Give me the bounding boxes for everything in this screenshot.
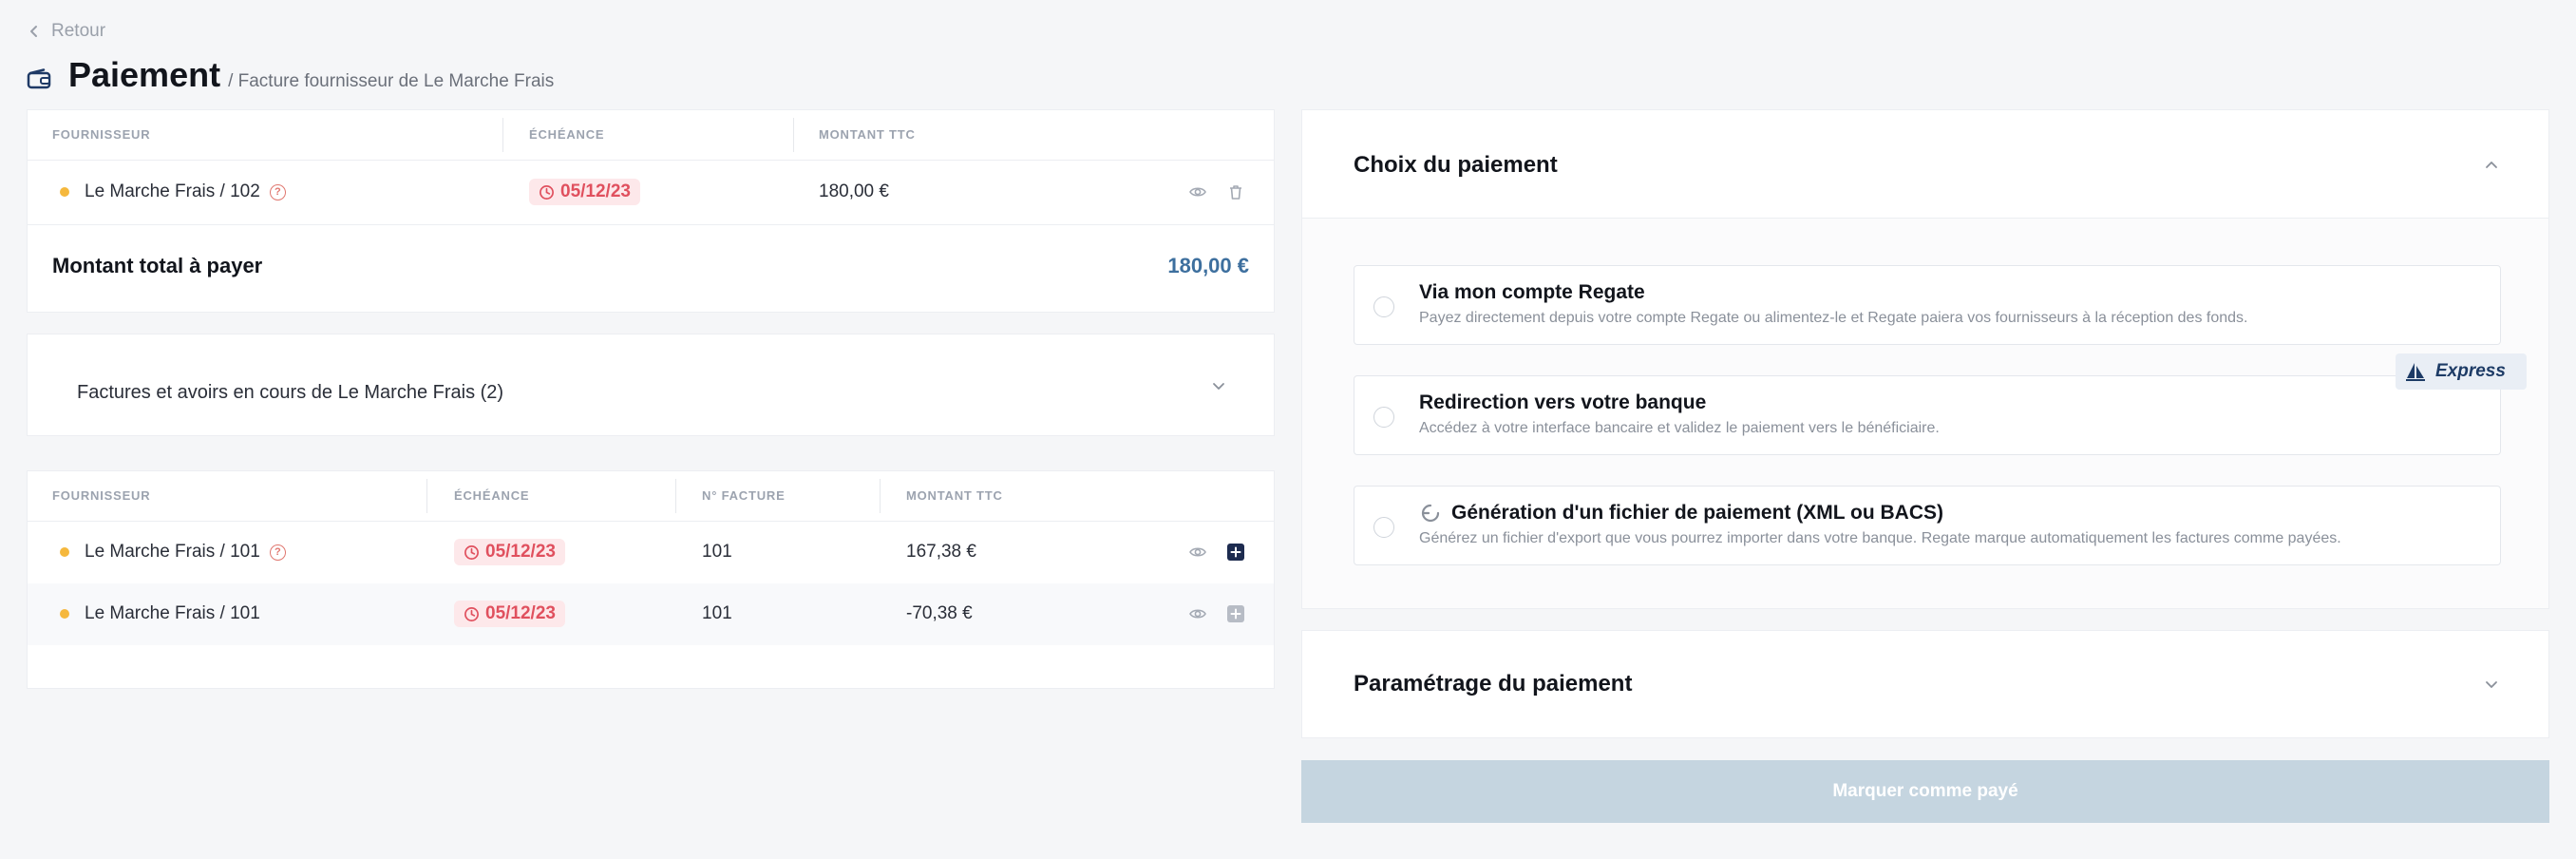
page-title: Paiement bbox=[68, 55, 221, 94]
due-date-cell: 05/12/23 bbox=[454, 539, 565, 565]
pending-invoices-accordion[interactable]: Factures et avoirs en cours de Le Marche… bbox=[27, 334, 1275, 436]
delete-button[interactable] bbox=[1226, 182, 1245, 201]
supplier-cell: Le Marche Frais / 101 bbox=[60, 601, 260, 627]
help-icon[interactable]: ? bbox=[269, 183, 286, 200]
column-divider bbox=[426, 479, 427, 513]
chevron-left-icon bbox=[30, 26, 37, 37]
due-date-value: 05/12/23 bbox=[485, 542, 556, 562]
status-dot bbox=[60, 547, 69, 557]
express-badge: Express bbox=[2396, 353, 2527, 390]
divider bbox=[28, 224, 1274, 225]
view-button[interactable] bbox=[1188, 543, 1207, 562]
selected-invoice-card: FOURNISSEUR ÉCHÉANCE MONTANT TTC Le Marc… bbox=[27, 109, 1275, 313]
supplier-name: Le Marche Frais / 102 bbox=[85, 181, 260, 201]
option-description: Accédez à votre interface bancaire et va… bbox=[1419, 420, 1940, 436]
total-label: Montant total à payer bbox=[52, 254, 263, 277]
eye-icon bbox=[1189, 547, 1206, 557]
option-title: Via mon compte Regate bbox=[1419, 281, 1645, 303]
payment-choice-header[interactable]: Choix du paiement bbox=[1302, 110, 2548, 219]
option-title: Redirection vers votre banque bbox=[1419, 391, 1707, 413]
option-description: Payez directement depuis votre compte Re… bbox=[1419, 310, 2248, 326]
column-header-due-date: ÉCHÉANCE bbox=[529, 127, 605, 142]
due-date-value: 05/12/23 bbox=[485, 603, 556, 623]
due-date-badge: 05/12/23 bbox=[529, 179, 640, 205]
supplier-name: Le Marche Frais / 101 bbox=[85, 542, 260, 562]
divider bbox=[28, 160, 1274, 161]
total-value: 180,00 € bbox=[1167, 254, 1249, 277]
column-header-amount: MONTANT TTC bbox=[906, 488, 1003, 503]
column-header-supplier: FOURNISSEUR bbox=[52, 127, 151, 142]
help-icon[interactable]: ? bbox=[269, 544, 286, 561]
view-button[interactable] bbox=[1188, 182, 1207, 201]
payment-settings-accordion[interactable]: Paramétrage du paiement bbox=[1301, 630, 2549, 738]
status-dot bbox=[60, 187, 69, 197]
back-link[interactable]: Retour bbox=[27, 21, 105, 42]
page-subtitle: / Facture fournisseur de Le Marche Frais bbox=[228, 71, 555, 91]
clock-icon bbox=[540, 184, 554, 200]
amount-cell: 167,38 € bbox=[906, 542, 976, 562]
chevron-up-icon bbox=[2486, 162, 2497, 168]
invoice-number-cell: 101 bbox=[702, 542, 732, 562]
back-label: Retour bbox=[51, 21, 106, 41]
column-divider bbox=[880, 479, 881, 513]
clock-icon bbox=[464, 544, 479, 560]
radio-button[interactable] bbox=[1373, 517, 1394, 538]
express-sail-icon bbox=[2406, 363, 2425, 381]
amount-cell: -70,38 € bbox=[906, 603, 973, 623]
supplier-cell: Le Marche Frais / 101 ? bbox=[60, 539, 286, 565]
due-date-badge: 05/12/23 bbox=[454, 601, 565, 627]
view-button[interactable] bbox=[1188, 604, 1207, 623]
invoice-number-cell: 101 bbox=[702, 603, 732, 623]
payment-choice-panel: Choix du paiement Via mon compte Regate … bbox=[1301, 109, 2549, 609]
add-to-payment-button[interactable] bbox=[1226, 543, 1245, 562]
pending-invoices-table: FOURNISSEUR ÉCHÉANCE N° FACTURE MONTANT … bbox=[27, 470, 1275, 689]
option-title-text: Génération d'un fichier de paiement (XML… bbox=[1451, 502, 1943, 524]
column-header-due-date: ÉCHÉANCE bbox=[454, 488, 530, 503]
amount-cell: 180,00 € bbox=[819, 181, 889, 201]
due-date-badge: 05/12/23 bbox=[454, 539, 565, 565]
payment-option-bank-redirect[interactable]: Redirection vers votre banque Accédez à … bbox=[1354, 353, 2527, 455]
accordion-label: Factures et avoirs en cours de Le Marche… bbox=[77, 382, 504, 403]
radio-button[interactable] bbox=[1373, 407, 1394, 428]
supplier-cell: Le Marche Frais / 102 ? bbox=[60, 179, 286, 205]
column-divider bbox=[502, 118, 503, 152]
section-title: Choix du paiement bbox=[1354, 152, 1558, 178]
radio-button[interactable] bbox=[1373, 296, 1394, 317]
add-to-payment-button[interactable] bbox=[1226, 604, 1245, 623]
status-dot bbox=[60, 609, 69, 619]
plus-square-icon bbox=[1227, 544, 1244, 561]
column-header-supplier: FOURNISSEUR bbox=[52, 488, 151, 503]
express-label: Express bbox=[2435, 361, 2506, 381]
chevron-down-icon bbox=[2486, 681, 2497, 688]
clock-icon bbox=[464, 606, 479, 621]
chevron-down-icon bbox=[1213, 383, 1224, 390]
due-date-value: 05/12/23 bbox=[560, 181, 631, 201]
column-header-amount: MONTANT TTC bbox=[819, 127, 916, 142]
supplier-name: Le Marche Frais / 101 bbox=[85, 603, 260, 623]
trash-icon bbox=[1230, 185, 1241, 200]
plus-square-icon bbox=[1227, 605, 1244, 622]
payment-option-regate[interactable]: Via mon compte Regate Payez directement … bbox=[1354, 265, 2501, 345]
option-title: Génération d'un fichier de paiement (XML… bbox=[1419, 502, 1943, 525]
eye-icon bbox=[1189, 609, 1206, 619]
table-row: Le Marche Frais / 101 ? 05/12/23 101 167… bbox=[28, 522, 1274, 583]
due-date-cell: 05/12/23 bbox=[454, 601, 565, 627]
loading-spinner-icon bbox=[1421, 504, 1440, 523]
page-header: Paiement / Facture fournisseur de Le Mar… bbox=[27, 55, 554, 95]
section-title: Paramétrage du paiement bbox=[1354, 671, 1633, 697]
column-divider bbox=[793, 118, 794, 152]
column-divider bbox=[675, 479, 676, 513]
due-date-cell: 05/12/23 bbox=[529, 179, 640, 205]
column-header-invoice-number: N° FACTURE bbox=[702, 488, 786, 503]
mark-as-paid-button[interactable]: Marquer comme payé bbox=[1301, 760, 2549, 823]
payment-option-file-export[interactable]: Génération d'un fichier de paiement (XML… bbox=[1354, 486, 2501, 565]
table-row: Le Marche Frais / 101 05/12/23 101 -70,3… bbox=[28, 583, 1274, 645]
eye-icon bbox=[1189, 187, 1206, 197]
option-description: Générez un fichier d'export que vous pou… bbox=[1419, 530, 2341, 546]
wallet-icon bbox=[27, 68, 51, 89]
